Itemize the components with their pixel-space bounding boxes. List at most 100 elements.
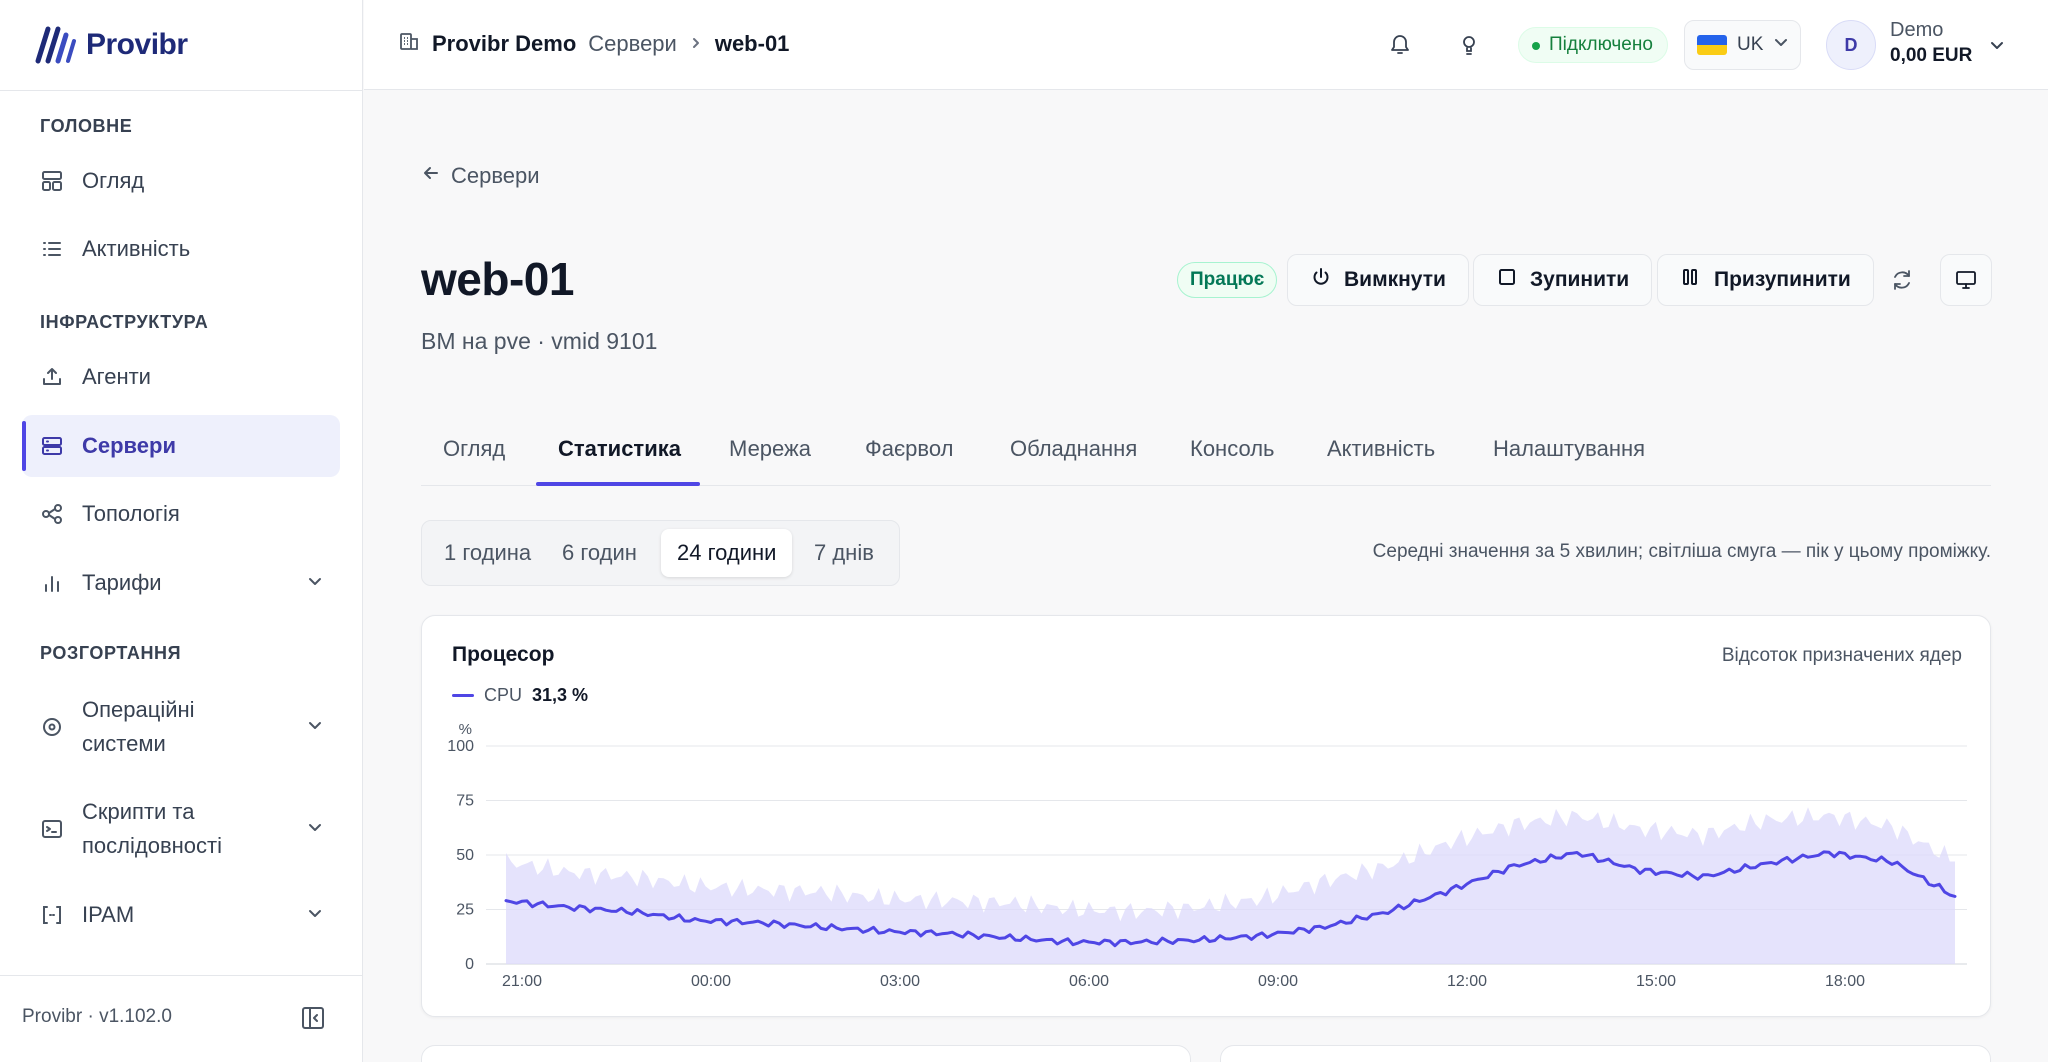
x-tick-label: 15:00 [1636, 973, 1676, 990]
logo-text: Provibr [86, 28, 188, 61]
data-point [1449, 888, 1453, 892]
cpu-chart[interactable]: % 0 25 50 75 100 21:00 00:00 03:00 06:00 09:00 12:0… [422, 616, 1992, 1018]
memory-chart-card [421, 1045, 1191, 1062]
page-subtitle: ВМ на pve · vmid 9101 [421, 328, 658, 354]
section-label-main: ГОЛОВНЕ [40, 116, 133, 136]
dashboard-icon [40, 169, 64, 193]
bar-chart-icon [40, 571, 64, 595]
data-point [504, 899, 508, 903]
breadcrumb-servers[interactable]: Сервери [588, 31, 677, 57]
sidebar-item-operating-systems[interactable]: Операційні системи [22, 685, 340, 769]
tab-firewall[interactable]: Фаєрвол [865, 436, 953, 462]
range-option-1h[interactable]: 1 година [428, 529, 547, 577]
avatar[interactable]: D [1826, 20, 1876, 70]
data-point [1008, 936, 1012, 940]
sidebar-item-ipam[interactable]: IPAM [22, 884, 340, 946]
chevron-down-icon [306, 812, 324, 846]
sidebar-item-agents[interactable]: Агенти [22, 346, 340, 408]
app-version: Provibr · v1.102.0 [22, 1006, 172, 1027]
pause-button[interactable]: Призупинити [1657, 254, 1874, 306]
data-point [1197, 938, 1201, 942]
sidebar-item-topology[interactable]: Топологія [22, 483, 340, 545]
x-tick-label: 00:00 [691, 973, 731, 990]
provibr-logo-icon [35, 26, 76, 64]
x-tick-label: 21:00 [502, 973, 542, 990]
x-tick-label: 18:00 [1825, 973, 1865, 990]
share-nodes-icon [40, 502, 64, 526]
status-badge: Працює [1177, 262, 1278, 298]
terminal-icon [40, 817, 64, 841]
y-tick-label: 75 [456, 793, 474, 810]
topbar: Provibr Demo Сервери web-01 Підключено U… [364, 0, 2048, 90]
back-link[interactable]: Сервери [421, 163, 540, 189]
stop-square-icon [1496, 266, 1518, 294]
sidebar-item-label: Агенти [82, 364, 151, 389]
sidebar-item-servers[interactable]: Сервери [22, 415, 340, 477]
sidebar-item-label: Тарифи [82, 570, 162, 595]
range-option-7d[interactable]: 7 днів [798, 529, 890, 577]
breadcrumb-org[interactable]: Provibr Demo [432, 31, 576, 57]
data-point [1512, 864, 1516, 868]
data-point [1071, 940, 1075, 944]
sidebar-item-tariffs[interactable]: Тарифи [22, 552, 340, 614]
language-selector[interactable]: UK [1684, 20, 1801, 70]
tab-hardware[interactable]: Обладнання [1010, 436, 1137, 462]
time-range-selector: 1 година 6 годин 24 години 7 днів [421, 520, 900, 586]
data-point [1953, 894, 1957, 898]
building-icon [398, 30, 420, 58]
section-label-deployment: РОЗГОРТАННЯ [40, 643, 182, 663]
x-tick-label: 12:00 [1447, 973, 1487, 990]
data-point [819, 925, 823, 929]
data-point [756, 921, 760, 925]
tips-button[interactable] [1458, 34, 1480, 61]
stop-button[interactable]: Зупинити [1473, 254, 1653, 306]
sidebar-item-overview[interactable]: Огляд [22, 150, 340, 212]
chevron-down-icon [306, 710, 324, 744]
tab-network[interactable]: Мережа [729, 436, 811, 462]
refresh-button[interactable] [1876, 254, 1928, 306]
x-tick-label: 09:00 [1258, 973, 1298, 990]
range-option-24h[interactable]: 24 години [661, 529, 793, 577]
tab-settings[interactable]: Налаштування [1493, 436, 1645, 462]
tab-activity[interactable]: Активність [1327, 436, 1435, 462]
sidebar: Provibr ГОЛОВНЕ Огляд Активність ІНФРАСТ… [0, 0, 363, 1062]
power-off-button[interactable]: Вимкнути [1287, 254, 1469, 306]
back-link-label: Сервери [451, 163, 540, 188]
monitor-icon [1956, 271, 1976, 289]
data-point [567, 905, 571, 909]
user-menu-chevron-icon[interactable] [1988, 36, 2006, 59]
data-point [1575, 851, 1579, 855]
y-tick-label: 25 [456, 902, 474, 919]
list-icon [40, 237, 64, 261]
pause-icon [1680, 266, 1702, 294]
section-label-infrastructure: ІНФРАСТРУКТУРА [40, 312, 209, 332]
ukraine-flag-icon [1697, 35, 1727, 55]
notifications-button[interactable] [1388, 32, 1412, 61]
console-button[interactable] [1940, 254, 1992, 306]
range-option-6h[interactable]: 6 годин [546, 529, 653, 577]
server-icon [40, 434, 64, 458]
disk-chart-card [1220, 1045, 1991, 1062]
brackets-icon [40, 903, 64, 927]
x-tick-label: 06:00 [1069, 973, 1109, 990]
tab-console[interactable]: Консоль [1190, 436, 1275, 462]
bell-icon [1391, 35, 1409, 54]
user-name[interactable]: Demo [1890, 19, 1943, 42]
collapse-sidebar-button[interactable] [300, 1005, 328, 1033]
lightbulb-icon [1463, 36, 1475, 55]
tab-overview[interactable]: Огляд [443, 436, 505, 462]
sidebar-item-label: Огляд [82, 168, 145, 193]
tab-statistics[interactable]: Статистика [558, 436, 681, 462]
chevron-down-icon [1773, 34, 1789, 56]
data-point [1323, 925, 1327, 929]
data-point [1134, 940, 1138, 944]
sidebar-item-activity[interactable]: Активність [22, 218, 340, 280]
data-point [1260, 934, 1264, 938]
logo[interactable]: Provibr [34, 22, 188, 68]
data-point [1638, 868, 1642, 872]
sidebar-item-scripts[interactable]: Скрипти та послідовності [22, 787, 340, 871]
chevron-right-icon [689, 33, 703, 56]
data-point [1764, 862, 1768, 866]
sidebar-item-label: Операційні системи [82, 697, 195, 756]
data-point [882, 929, 886, 933]
